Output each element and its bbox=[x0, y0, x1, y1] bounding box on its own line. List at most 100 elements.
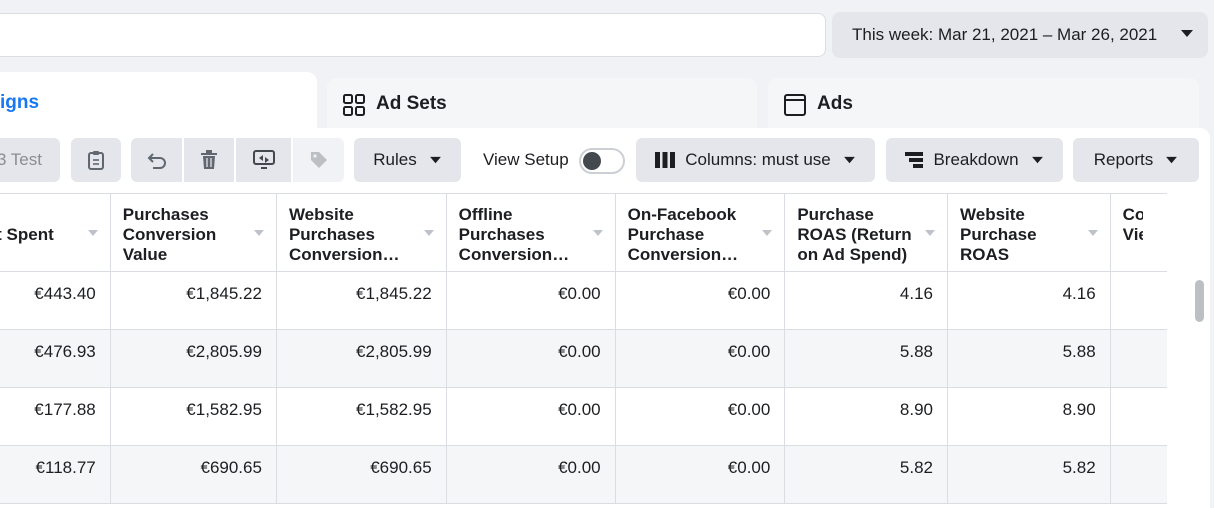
edit-ab-button[interactable] bbox=[236, 138, 291, 182]
results-table: ount Spent Purchases Conversion Value We… bbox=[0, 193, 1167, 504]
table-row[interactable]: €476.93 €2,805.99 €2,805.99 €0.00 €0.00 … bbox=[0, 329, 1167, 388]
column-header[interactable]: Purchase ROAS (Return on Ad Spend) bbox=[784, 193, 948, 272]
chevron-down-icon bbox=[1031, 156, 1043, 163]
table-cell: €1,845.22 bbox=[110, 271, 277, 330]
tag-icon bbox=[310, 152, 327, 168]
column-header[interactable]: ount Spent bbox=[0, 193, 111, 272]
table-cell: 4.16 bbox=[784, 271, 948, 330]
sort-icon bbox=[253, 230, 264, 236]
table-cell: 5.88 bbox=[784, 329, 948, 388]
breakdown-icon bbox=[905, 152, 924, 168]
vertical-scrollbar[interactable] bbox=[1195, 280, 1204, 322]
sort-icon bbox=[925, 230, 935, 236]
column-header-label: Website Purchase ROAS (Retur… bbox=[960, 205, 1037, 266]
table-cell: €0.00 bbox=[446, 271, 616, 330]
ad-sets-icon bbox=[343, 94, 365, 116]
table-row[interactable]: €443.40 €1,845.22 €1,845.22 €0.00 €0.00 … bbox=[0, 271, 1167, 330]
column-header[interactable]: Website Purchase ROAS (Retur… bbox=[947, 193, 1111, 272]
ab-test-label: 3 Test bbox=[0, 150, 42, 169]
sort-icon bbox=[87, 230, 98, 236]
table-cell: €0.00 bbox=[446, 329, 616, 388]
table-cell: €1,845.22 bbox=[276, 271, 447, 330]
columns-icon bbox=[655, 152, 676, 168]
table-cell: €177.88 bbox=[0, 387, 111, 446]
swap-edit-icon bbox=[252, 150, 275, 169]
table-cell: €2,805.99 bbox=[110, 329, 277, 388]
date-range-label: This week: Mar 21, 2021 – Mar 26, 2021 bbox=[852, 25, 1158, 44]
table-cell: 5.82 bbox=[784, 445, 948, 504]
column-header-label: Purchase ROAS (Return on Ad Spend) bbox=[797, 205, 912, 264]
column-header-label: Offline Purchases Conversion… bbox=[458, 205, 570, 264]
table-cell: 8.90 bbox=[784, 387, 948, 446]
table-row[interactable]: €118.77 €690.65 €690.65 €0.00 €0.00 5.82… bbox=[0, 445, 1167, 504]
tab-ad-sets-label: Ad Sets bbox=[376, 93, 447, 114]
undo-icon bbox=[147, 153, 166, 169]
table-cell: €0.00 bbox=[615, 387, 786, 446]
table-cell bbox=[1110, 329, 1167, 388]
table-cell: €1,582.95 bbox=[110, 387, 277, 446]
columns-label: Columns: must use bbox=[685, 150, 831, 169]
clipboard-icon bbox=[88, 151, 104, 170]
table-cell: €476.93 bbox=[0, 329, 111, 388]
columns-button[interactable]: Columns: must use bbox=[636, 138, 875, 182]
table-cell: 5.88 bbox=[947, 329, 1111, 388]
tab-campaigns-label: igns bbox=[0, 92, 40, 113]
table-cell: 5.82 bbox=[947, 445, 1111, 504]
table-cell: €0.00 bbox=[615, 271, 786, 330]
tag-button[interactable] bbox=[293, 138, 344, 182]
table-cell: €0.00 bbox=[615, 329, 786, 388]
view-setup-label: View Setup bbox=[483, 150, 569, 169]
column-header[interactable]: On-Facebook Purchase Conversion… bbox=[615, 193, 786, 272]
table-cell: €690.65 bbox=[276, 445, 447, 504]
breakdown-label: Breakdown bbox=[933, 150, 1019, 169]
duplicate-button[interactable] bbox=[71, 138, 121, 182]
sort-icon bbox=[592, 230, 603, 236]
reports-label: Reports bbox=[1093, 150, 1154, 169]
rules-label: Rules bbox=[373, 150, 417, 169]
column-header-label: Purchases Conversion Value bbox=[122, 205, 217, 264]
toggle-knob bbox=[583, 152, 601, 170]
column-header-label: ount Spent bbox=[0, 225, 54, 244]
undo-button[interactable] bbox=[131, 138, 182, 182]
breakdown-button[interactable]: Breakdown bbox=[886, 138, 1063, 182]
date-range-button[interactable]: This week: Mar 21, 2021 – Mar 26, 2021 bbox=[832, 12, 1208, 58]
table-cell: €690.65 bbox=[110, 445, 277, 504]
table-cell: 8.90 bbox=[947, 387, 1111, 446]
table-cell: €1,582.95 bbox=[276, 387, 447, 446]
table-cell bbox=[1110, 445, 1167, 504]
ads-icon bbox=[784, 94, 806, 116]
view-setup-toggle[interactable] bbox=[579, 148, 625, 174]
delete-button[interactable] bbox=[184, 138, 234, 182]
column-header-label: On-Facebook Purchase Conversion… bbox=[627, 205, 739, 264]
column-header[interactable]: Website Purchases Conversion… bbox=[276, 193, 447, 272]
trash-icon bbox=[201, 150, 217, 169]
chevron-down-icon bbox=[843, 156, 855, 163]
table-cell: 4.16 bbox=[947, 271, 1111, 330]
sort-icon bbox=[762, 230, 773, 236]
chevron-down-icon bbox=[429, 156, 441, 163]
ab-test-button[interactable]: 3 Test bbox=[0, 138, 60, 182]
table-cell: €0.00 bbox=[446, 445, 616, 504]
sort-icon bbox=[1087, 230, 1098, 236]
table-cell: €118.77 bbox=[0, 445, 111, 504]
table-cell: €0.00 bbox=[446, 387, 616, 446]
table-cell bbox=[1110, 387, 1167, 446]
column-header-label: Co Vie bbox=[1122, 205, 1143, 244]
column-header[interactable]: Co Vie bbox=[1110, 193, 1167, 272]
table-header-row: ount Spent Purchases Conversion Value We… bbox=[0, 193, 1167, 272]
table-cell: €0.00 bbox=[615, 445, 786, 504]
reports-button[interactable]: Reports bbox=[1073, 138, 1199, 182]
column-header[interactable]: Offline Purchases Conversion… bbox=[446, 193, 616, 272]
rules-button[interactable]: Rules bbox=[354, 138, 461, 182]
sort-icon bbox=[423, 230, 434, 236]
table-cell: €443.40 bbox=[0, 271, 111, 330]
tab-ads-label: Ads bbox=[817, 93, 853, 114]
table-cell: €2,805.99 bbox=[276, 329, 447, 388]
chevron-down-icon bbox=[1166, 156, 1178, 163]
chevron-down-icon bbox=[1181, 30, 1193, 37]
table-row[interactable]: €177.88 €1,582.95 €1,582.95 €0.00 €0.00 … bbox=[0, 387, 1167, 446]
column-header[interactable]: Purchases Conversion Value bbox=[110, 193, 277, 272]
column-header-label: Website Purchases Conversion… bbox=[288, 205, 400, 264]
table-cell bbox=[1110, 271, 1167, 330]
search-input[interactable] bbox=[0, 13, 826, 57]
